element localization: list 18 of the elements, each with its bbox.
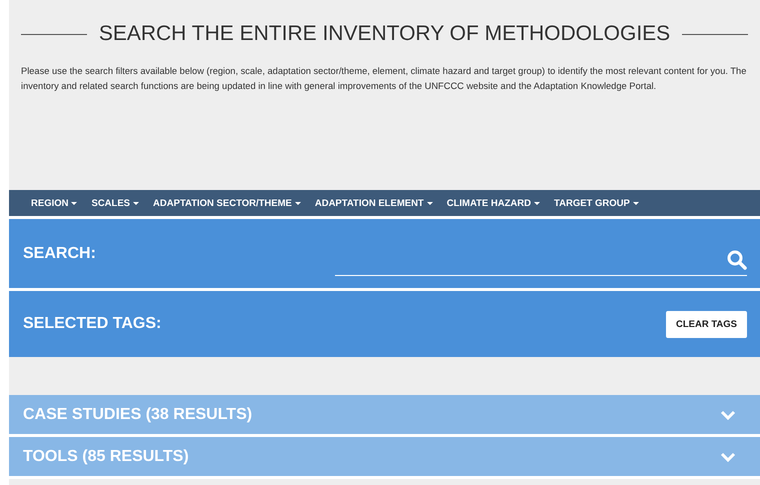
caret-icon	[294, 202, 301, 204]
caret-icon	[426, 202, 433, 204]
clear-tags-button[interactable]: CLEAR TAGS	[666, 310, 747, 338]
filter-dropdown[interactable]: ADAPTATION ELEMENT	[314, 198, 433, 208]
selected-tags-label: SELECTED TAGS:	[23, 315, 162, 333]
intro-text: Please use the search filters available below (region, scale, adaptation sector/theme, element, climate hazard and target group) to identify the most relevant content for you. The inventory and related search functions are being updated in line with general improvements of the UNFCCC website and the Adaptation Knowledge Portal.	[21, 65, 748, 93]
filter-dropdown[interactable]: REGION	[31, 198, 78, 208]
caret-icon	[133, 202, 140, 204]
caret-icon	[534, 202, 540, 204]
caret-icon	[71, 202, 78, 204]
filter-dropdown[interactable]: ADAPTATION SECTOR/THEME	[153, 198, 301, 208]
page-title: SEARCH THE ENTIRE INVENTORY OF METHODOLOGIES	[98, 22, 670, 46]
caret-icon	[632, 202, 639, 204]
search-label: SEARCH:	[23, 244, 96, 262]
filter-dropdown[interactable]: TARGET GROUP	[554, 198, 639, 208]
filter-dropdown[interactable]: CLIMATE HAZARD	[446, 198, 540, 208]
filter-dropdown[interactable]: SCALES	[91, 198, 140, 208]
search-icon[interactable]	[727, 250, 747, 270]
